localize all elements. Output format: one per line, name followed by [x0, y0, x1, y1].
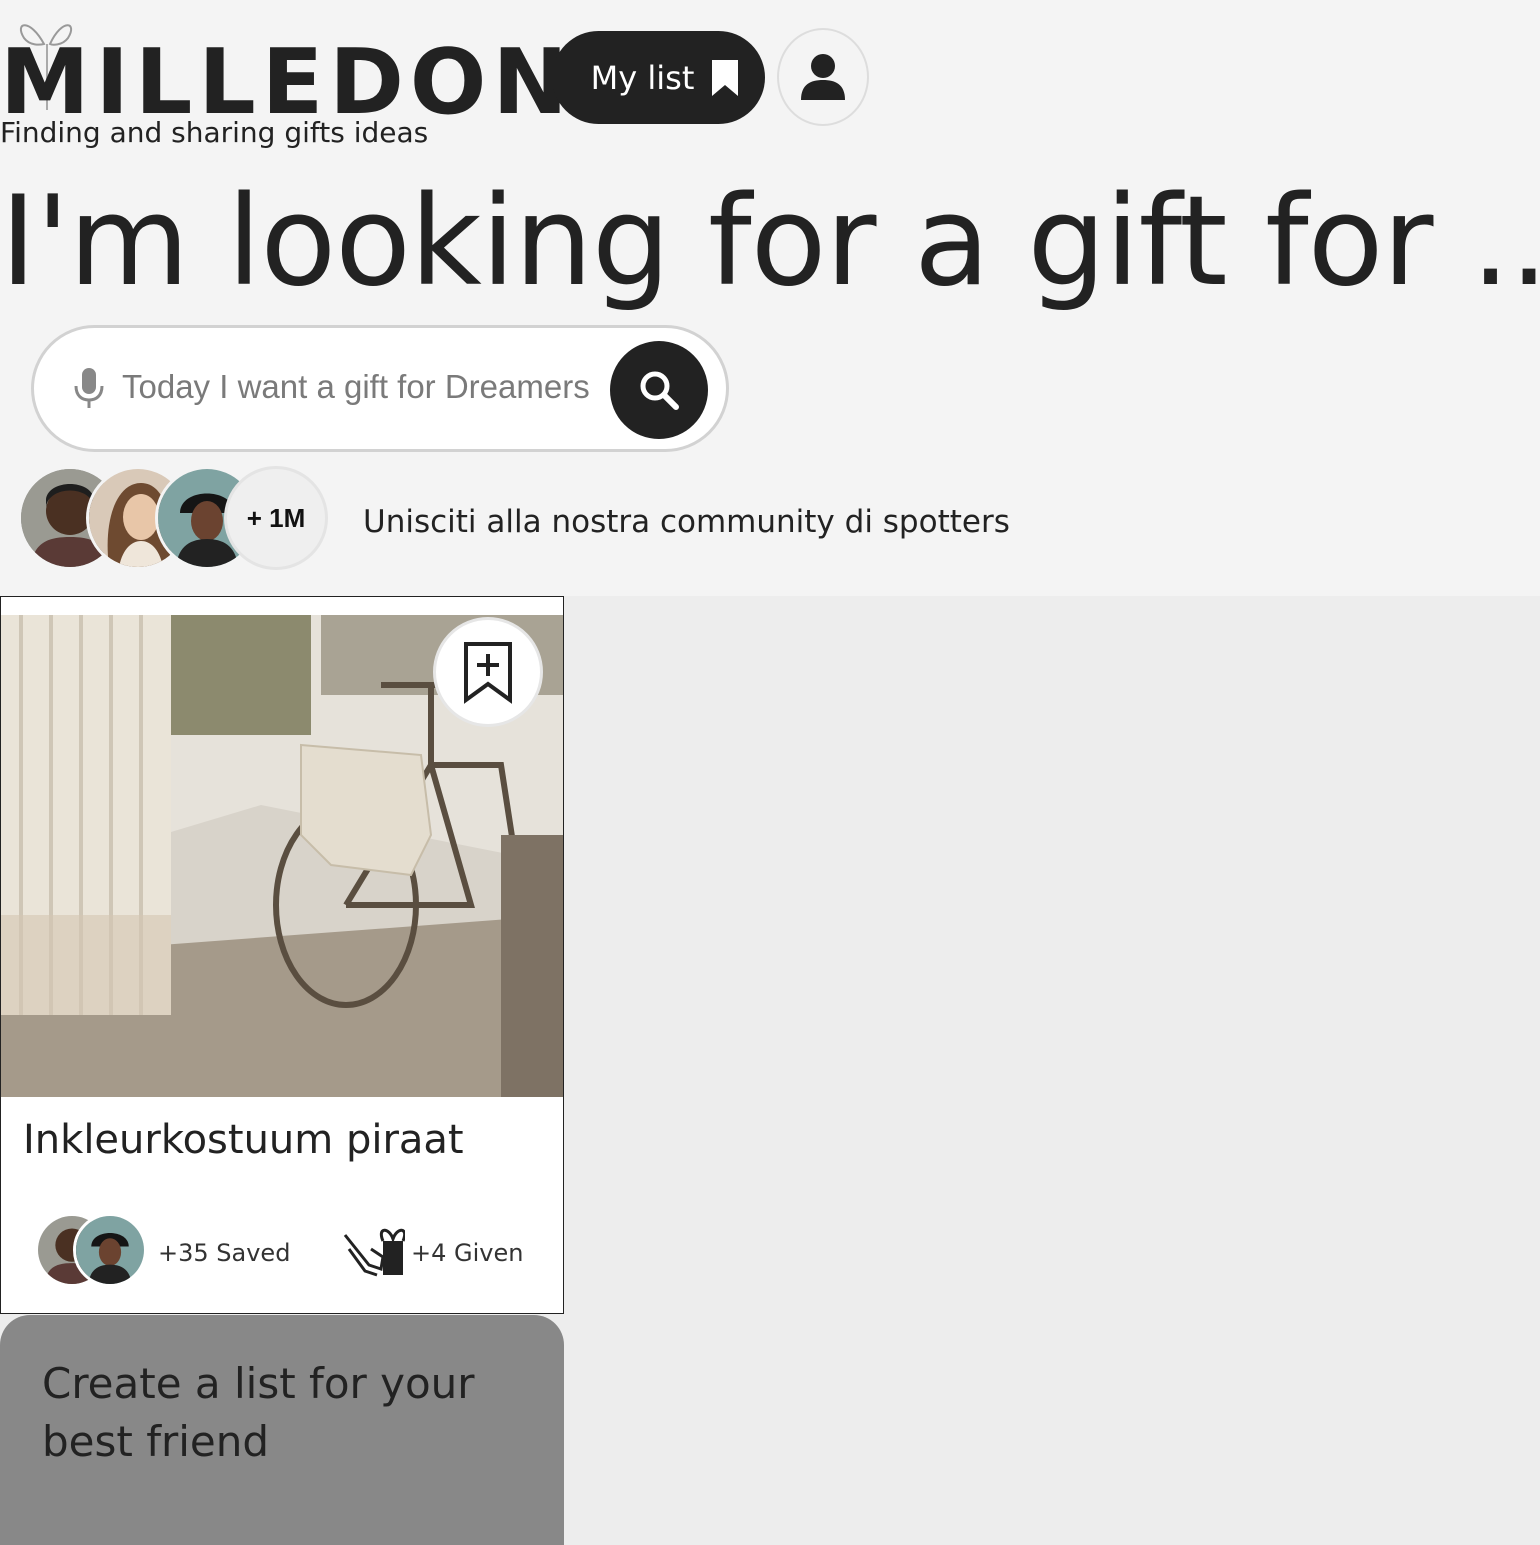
logo-wordmark: MILLEDONI	[0, 30, 614, 135]
community-join-text[interactable]: Unisciti alla nostra community di spotte…	[363, 504, 1010, 540]
add-to-list-button[interactable]	[433, 617, 543, 727]
given-count: +4 Given	[411, 1239, 524, 1267]
brand-tagline: Finding and sharing gifts ideas	[0, 116, 429, 149]
search-input[interactable]	[120, 356, 604, 418]
community-strip: + 1M Unisciti alla nostra community di s…	[18, 466, 1118, 576]
brand-logo[interactable]: MILLEDONI	[0, 14, 607, 128]
user-icon	[801, 54, 845, 100]
create-list-promo[interactable]: Create a list for your best friend	[0, 1315, 564, 1545]
gift-card[interactable]: Inkleurkostuum piraat +35 Saved +4 Given	[0, 596, 564, 1314]
hero-headline: I'm looking for a gift for ...	[0, 170, 1540, 314]
search-bar	[31, 325, 729, 452]
bookmark-plus-icon	[464, 642, 512, 704]
my-list-button[interactable]: My list	[552, 31, 765, 124]
profile-button[interactable]	[777, 28, 869, 126]
search-icon	[640, 371, 679, 410]
search-button[interactable]	[610, 341, 708, 439]
saved-count: +35 Saved	[158, 1239, 291, 1267]
bookmark-icon	[712, 59, 739, 96]
saved-avatars	[35, 1213, 155, 1289]
community-count-badge: + 1M	[224, 466, 328, 570]
gift-title[interactable]: Inkleurkostuum piraat	[23, 1117, 464, 1163]
microphone-icon[interactable]	[72, 366, 106, 410]
avatar	[73, 1213, 147, 1287]
promo-text: Create a list for your best friend	[42, 1359, 475, 1466]
my-list-label: My list	[590, 58, 695, 97]
gift-hand-icon	[343, 1228, 405, 1277]
header-area: MILLEDONI Finding and sharing gifts idea…	[0, 0, 1540, 596]
